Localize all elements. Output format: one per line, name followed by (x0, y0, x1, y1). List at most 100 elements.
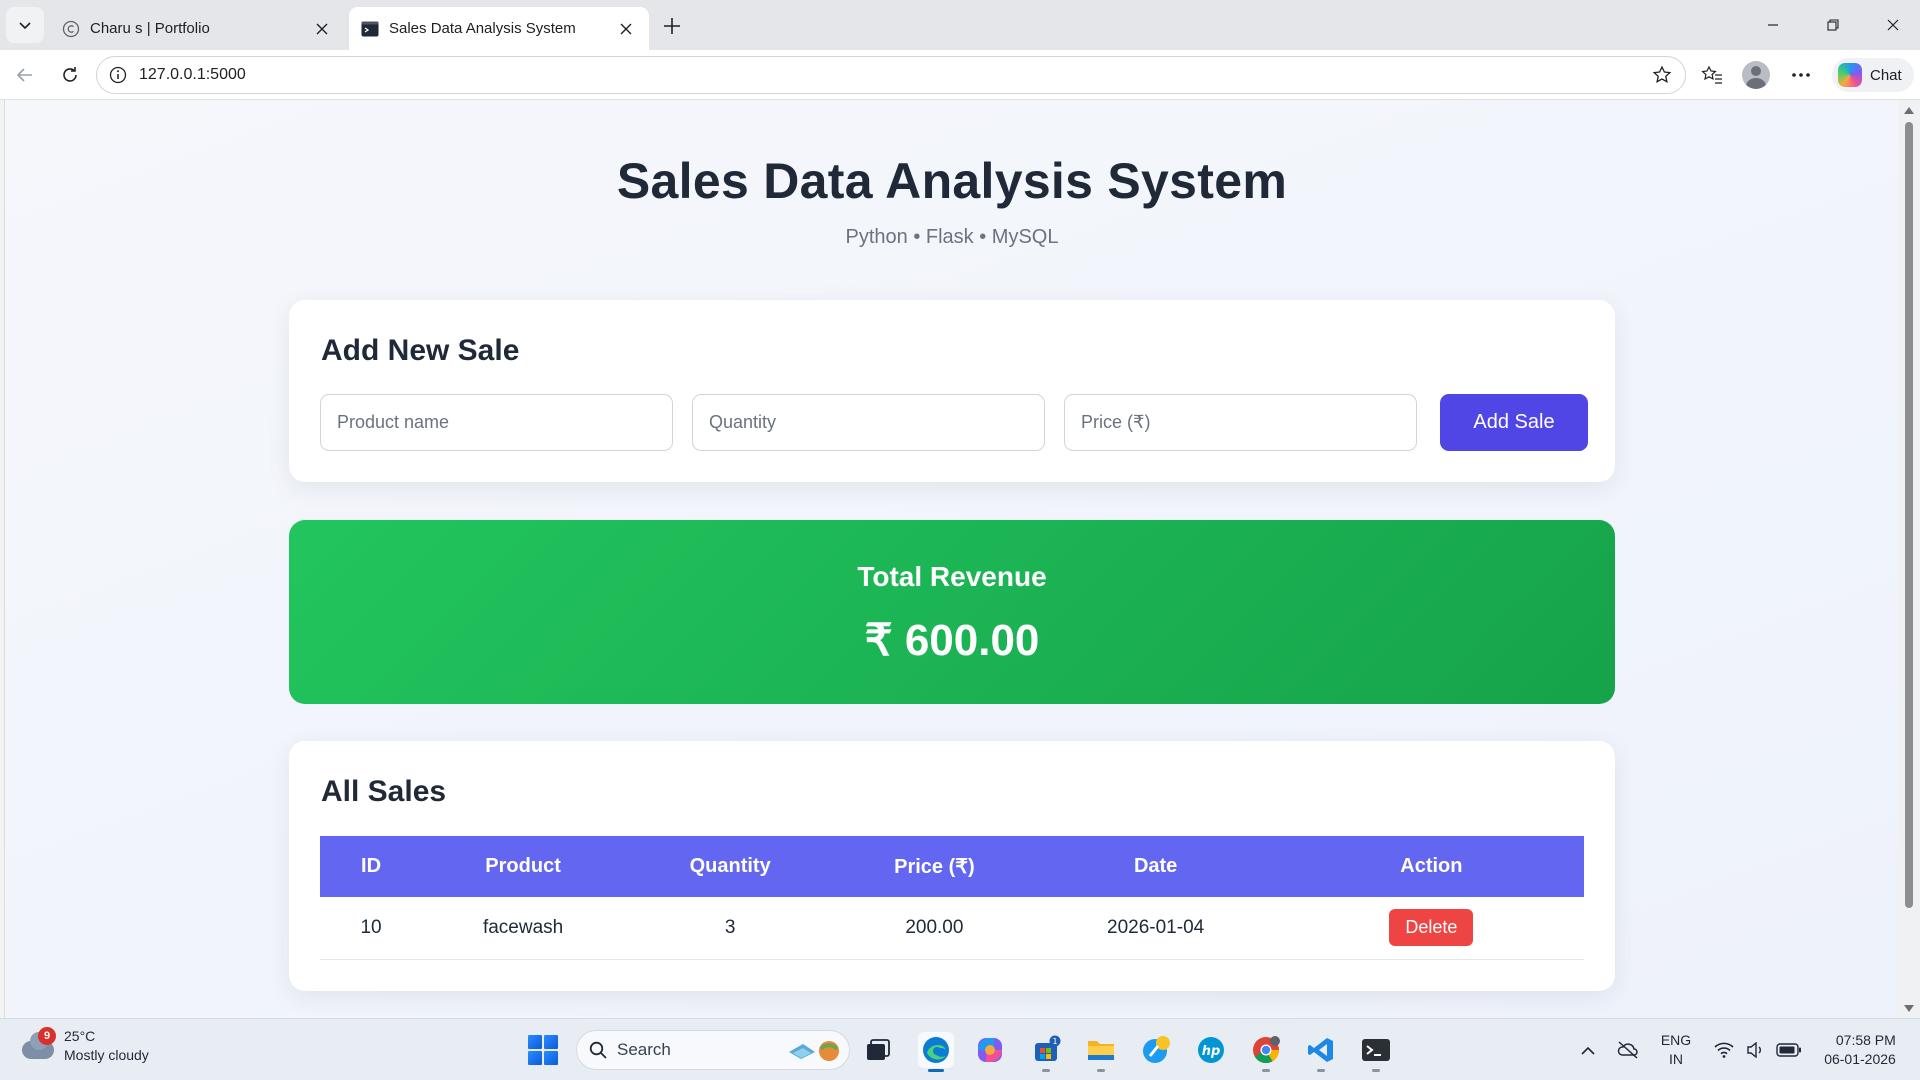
column-header-product: Product (485, 855, 561, 877)
minimize-icon (1768, 24, 1778, 26)
language-code: ENG (1660, 1032, 1692, 1048)
new-tab-button[interactable] (658, 12, 686, 40)
scroll-up-arrow-icon[interactable] (1903, 104, 1915, 116)
language-indicator[interactable]: ENG IN (1658, 1019, 1694, 1080)
all-sales-card: All Sales ID Product Quantity Price (₹) … (289, 741, 1615, 991)
price-input[interactable] (1064, 394, 1417, 451)
tab-title: Sales Data Analysis System (389, 20, 576, 37)
delete-sale-button[interactable]: Delete (1389, 909, 1474, 947)
all-sales-heading: All Sales (321, 775, 447, 808)
copilot-chat-button[interactable]: Chat (1832, 58, 1914, 92)
taskbar-store[interactable]: 1 (1028, 1032, 1064, 1072)
taskbar-hp[interactable]: hp (1193, 1032, 1229, 1068)
wifi-icon (1714, 1042, 1734, 1058)
taskbar-vscode[interactable] (1303, 1032, 1339, 1072)
restore-button[interactable] (1818, 10, 1848, 40)
column-header-quantity: Quantity (689, 855, 771, 877)
clock-date: 06-01-2026 (1824, 1051, 1896, 1067)
battery-icon (1776, 1043, 1801, 1057)
total-revenue-label: Total Revenue (857, 561, 1047, 592)
column-header-action: Action (1400, 855, 1463, 877)
cell-action: Delete (1279, 897, 1584, 959)
page-viewport: Sales Data Analysis System Python • Flas… (4, 100, 1898, 1018)
add-sale-button[interactable]: Add Sale (1440, 394, 1588, 451)
address-bar[interactable]: 127.0.0.1:5000 (96, 56, 1686, 94)
page-subtitle: Python • Flask • MySQL (845, 226, 1059, 248)
chevron-up-icon (1581, 1046, 1595, 1055)
favorites-button[interactable] (1697, 60, 1727, 90)
weather-widget[interactable]: 9 25°C Mostly cloudy (18, 1027, 149, 1065)
search-highlight-icon (785, 1038, 841, 1064)
tab-sales-data-analysis[interactable]: Sales Data Analysis System (349, 7, 649, 50)
task-view-button[interactable] (860, 1032, 896, 1068)
browser-tab-bar: Charu s | Portfolio Sales Data Analysis … (0, 0, 1920, 50)
settings-more-button[interactable] (1786, 60, 1816, 90)
add-sale-card: Add New Sale Add Sale (289, 300, 1615, 482)
terminal-icon (1362, 1039, 1390, 1061)
taskbar-chrome[interactable] (1248, 1032, 1284, 1072)
favorites-list-icon (1701, 65, 1722, 84)
svg-text:hp: hp (1202, 1044, 1221, 1059)
close-icon[interactable] (311, 18, 333, 40)
onedrive-status[interactable] (1614, 1019, 1642, 1080)
tab-actions-menu-button[interactable] (6, 7, 44, 43)
arrow-left-icon (16, 68, 32, 82)
quick-settings[interactable] (1708, 1019, 1808, 1080)
scrollbar-thumb[interactable] (1905, 122, 1913, 908)
chrome-icon (1253, 1036, 1280, 1064)
windows-taskbar: 9 25°C Mostly cloudy Search 1 hp ENG IN … (0, 1018, 1920, 1080)
copilot-icon (1838, 63, 1862, 87)
info-icon[interactable] (109, 66, 127, 84)
cloud-offline-icon (1617, 1041, 1638, 1059)
cell-product: facewash (482, 916, 564, 938)
product-name-input[interactable] (320, 394, 673, 451)
taskbar-sticky-app[interactable] (1138, 1032, 1174, 1068)
clock-time: 07:58 PM (1835, 1032, 1896, 1048)
quantity-input[interactable] (692, 394, 1045, 451)
cell-date: 2026-01-04 (1107, 916, 1205, 938)
total-revenue-card: Total Revenue ₹ 600.00 (289, 520, 1615, 704)
taskbar-edge[interactable] (918, 1032, 954, 1072)
cell-price: 200.00 (905, 916, 964, 938)
profile-button[interactable] (1741, 60, 1771, 90)
total-revenue-value: ₹ 600.00 (864, 616, 1040, 665)
volume-icon (1747, 1042, 1761, 1058)
plus-icon (664, 18, 680, 34)
favorite-star-icon[interactable] (1651, 64, 1673, 86)
microsoft-store-icon: 1 (1035, 1035, 1061, 1061)
add-sale-heading: Add New Sale (321, 334, 520, 367)
cell-quantity: 3 (724, 916, 736, 938)
language-region: IN (1669, 1051, 1683, 1067)
copilot-app-icon (978, 1038, 1002, 1062)
back-button[interactable] (10, 60, 40, 90)
tab-portfolio[interactable]: Charu s | Portfolio (50, 7, 345, 50)
folder-icon (1088, 1041, 1114, 1060)
table-row: 10 facewash 3 200.00 2026-01-04 Delete (320, 897, 1584, 959)
taskbar-terminal[interactable] (1358, 1032, 1394, 1072)
sales-table-header-row: ID Product Quantity Price (₹) Date Actio… (320, 836, 1584, 897)
clock[interactable]: 07:58 PM 06-01-2026 (1814, 1019, 1906, 1080)
close-icon (1887, 19, 1899, 31)
close-icon[interactable] (615, 18, 637, 40)
show-hidden-icons-button[interactable] (1576, 1019, 1600, 1080)
scroll-down-arrow-icon[interactable] (1903, 1002, 1915, 1014)
taskbar-search[interactable]: Search (576, 1030, 850, 1070)
restore-icon (1827, 19, 1839, 31)
minimize-button[interactable] (1758, 10, 1788, 40)
help-app-icon (1143, 1036, 1170, 1063)
sales-table: ID Product Quantity Price (₹) Date Actio… (320, 836, 1584, 960)
page-scrollbar[interactable] (1898, 100, 1920, 1018)
refresh-button[interactable] (55, 60, 85, 90)
cell-id: 10 (360, 916, 382, 938)
search-icon (589, 1041, 607, 1059)
start-button[interactable] (528, 1035, 558, 1065)
column-header-date: Date (1133, 855, 1178, 877)
taskbar-copilot[interactable] (972, 1032, 1008, 1068)
url-text: 127.0.0.1:5000 (139, 66, 246, 83)
refresh-icon (63, 67, 77, 82)
taskbar-file-explorer[interactable] (1083, 1032, 1119, 1072)
close-window-button[interactable] (1878, 10, 1908, 40)
search-label: Search (617, 1040, 671, 1059)
weather-condition: Mostly cloudy (64, 1047, 149, 1063)
store-badge-count: 1 (1052, 1037, 1057, 1046)
